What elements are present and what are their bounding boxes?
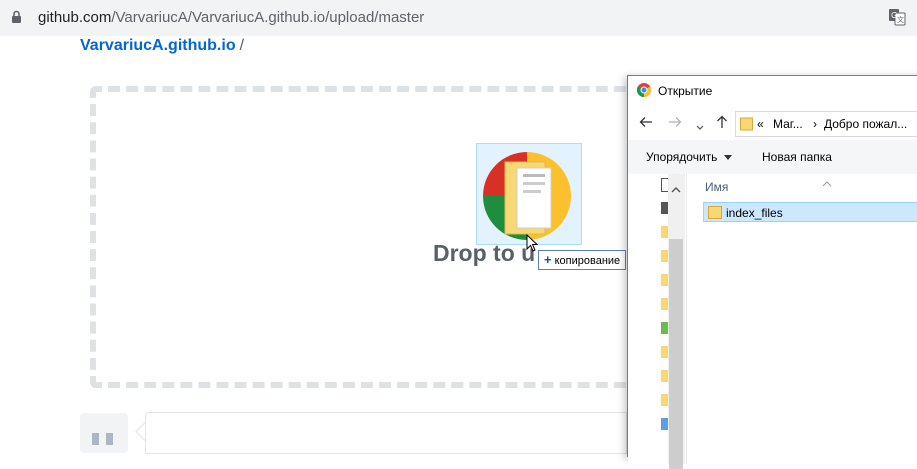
dialog-toolbar: Упорядочить Новая папка bbox=[628, 140, 917, 174]
navigation-pane[interactable] bbox=[628, 174, 686, 469]
breadcrumb-separator: / bbox=[239, 37, 245, 54]
address-bar[interactable]: github.com/VarvariucA/VarvariucA.github.… bbox=[0, 0, 917, 36]
plus-icon: + bbox=[544, 252, 552, 267]
url-path: /VarvariucA/VarvariucA.github.io/upload/… bbox=[111, 9, 425, 26]
file-open-dialog[interactable]: Открытие « Маг... › Добро пожал... Упоря… bbox=[627, 75, 917, 469]
file-name: index_files bbox=[726, 206, 783, 220]
organize-button[interactable]: Упорядочить bbox=[646, 150, 717, 164]
path-separator-icon[interactable]: › bbox=[813, 117, 817, 131]
folder-icon[interactable] bbox=[661, 226, 668, 238]
new-folder-button[interactable]: Новая папка bbox=[762, 150, 832, 164]
path-overflow[interactable]: « bbox=[757, 117, 764, 131]
file-list[interactable]: Имя index_files bbox=[687, 174, 917, 464]
avatar bbox=[80, 413, 128, 453]
copy-label: копирование bbox=[554, 255, 621, 267]
drag-copy-tooltip: + копирование bbox=[538, 250, 627, 270]
folder-icon bbox=[708, 206, 722, 224]
chrome-icon bbox=[636, 83, 652, 102]
breadcrumb: VarvariucA.github.io / bbox=[80, 37, 244, 55]
file-row[interactable]: index_files bbox=[703, 202, 917, 222]
folder-icon[interactable] bbox=[661, 250, 668, 262]
folder-icon[interactable] bbox=[661, 322, 668, 334]
up-arrow-icon[interactable] bbox=[715, 115, 729, 134]
path-segment[interactable]: Маг... bbox=[773, 117, 803, 131]
folder-icon[interactable] bbox=[661, 394, 668, 406]
chevron-down-icon[interactable] bbox=[696, 118, 704, 136]
url-host: github.com bbox=[38, 9, 112, 26]
column-header-name[interactable]: Имя bbox=[705, 180, 728, 194]
translate-icon[interactable]: G文 bbox=[888, 8, 906, 31]
scroll-thumb[interactable] bbox=[669, 239, 683, 469]
dialog-titlebar[interactable]: Открытие bbox=[628, 76, 917, 106]
dialog-nav-row: « Маг... › Добро пожал... bbox=[628, 106, 917, 140]
forward-arrow-icon[interactable] bbox=[668, 115, 682, 134]
folder-icon[interactable] bbox=[661, 346, 668, 358]
folder-icon bbox=[740, 117, 753, 136]
url-text[interactable]: github.com/VarvariucA/VarvariucA.github.… bbox=[38, 9, 424, 26]
lock-icon[interactable] bbox=[11, 10, 22, 29]
organize-caret-icon[interactable] bbox=[724, 155, 732, 160]
sort-chevron-up-icon bbox=[822, 174, 832, 192]
scroll-up-icon[interactable] bbox=[671, 180, 681, 198]
drive-icon[interactable] bbox=[661, 202, 668, 214]
path-breadcrumb[interactable]: « Маг... › Добро пожал... bbox=[735, 111, 917, 137]
folder-icon[interactable] bbox=[661, 298, 668, 310]
drag-ghost-image bbox=[476, 143, 582, 245]
commit-message-box bbox=[145, 412, 627, 454]
svg-text:文: 文 bbox=[897, 15, 904, 24]
nav-scrollbar[interactable] bbox=[668, 174, 685, 469]
folder-icon[interactable] bbox=[661, 274, 668, 286]
chrome-folder-ghost-icon bbox=[483, 152, 571, 240]
dialog-title: Открытие bbox=[658, 84, 713, 98]
mouse-cursor-icon bbox=[526, 233, 539, 257]
path-segment[interactable]: Добро пожал... bbox=[824, 117, 907, 131]
repo-link[interactable]: VarvariucA.github.io bbox=[80, 37, 236, 54]
folder-icon[interactable] bbox=[661, 370, 668, 382]
back-arrow-icon[interactable] bbox=[639, 115, 653, 134]
